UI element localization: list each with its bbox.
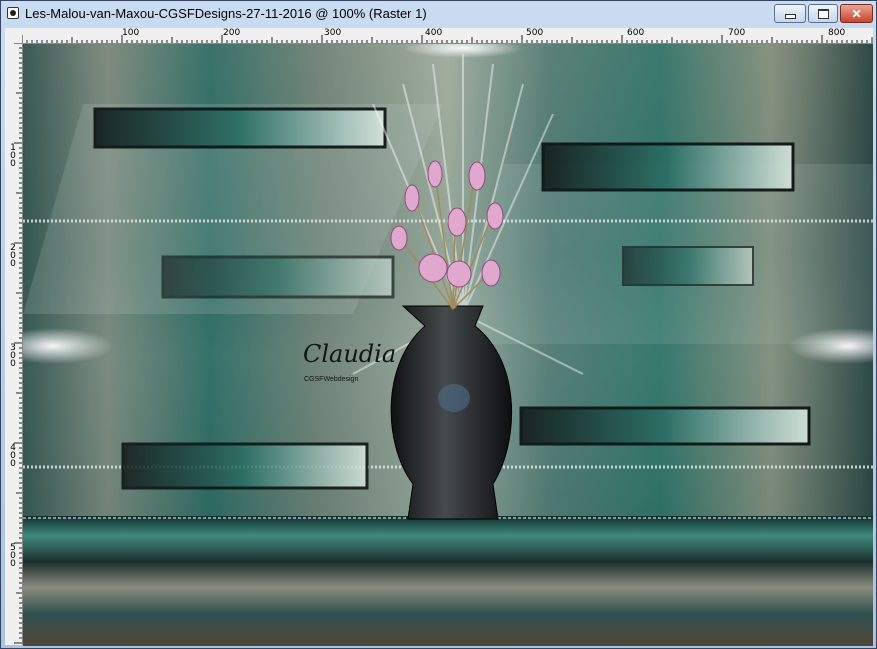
ruler-label-600: 600 [627,28,645,38]
window-title: Les-Malou-van-Maxou-CGSFDesigns-27-11-20… [25,6,427,21]
artwork [23,44,873,646]
ruler-label-100: 100 [122,28,140,38]
minimize-button[interactable] [774,4,806,23]
signature-subtext: CGSFWebdesign [304,376,359,383]
image-window: Les-Malou-van-Maxou-CGSFDesigns-27-11-20… [0,0,877,649]
ruler-label-v400: 400 [10,443,16,469]
ruler-label-v100: 100 [10,143,16,169]
app-icon[interactable] [7,7,19,19]
close-button[interactable]: ✕ [840,4,873,23]
title-bar[interactable]: Les-Malou-van-Maxou-CGSFDesigns-27-11-20… [1,1,876,27]
ruler-label-500: 500 [526,28,544,38]
horizontal-ruler[interactable]: 100 200 300 400 500 600 700 800 [22,28,873,44]
minimize-icon [784,13,796,19]
close-icon: ✕ [851,6,862,21]
ruler-label-800: 800 [828,28,846,38]
horizontal-ruler-ticks [22,35,873,43]
ruler-label-v200: 200 [10,243,16,269]
image-canvas[interactable]: Claudia CGSFWebdesign [23,44,873,646]
ruler-label-300: 300 [324,28,342,38]
ruler-label-700: 700 [728,28,746,38]
ruler-label-v300: 300 [10,343,16,369]
maximize-icon [817,8,829,19]
signature-text: Claudia [303,340,397,368]
maximize-button[interactable] [808,4,838,23]
ruler-label-v500: 500 [10,543,16,569]
ruler-corner [5,28,22,44]
ruler-label-400: 400 [425,28,443,38]
ruler-label-200: 200 [223,28,241,38]
vertical-ruler[interactable]: 100 200 300 400 500 [5,43,23,645]
